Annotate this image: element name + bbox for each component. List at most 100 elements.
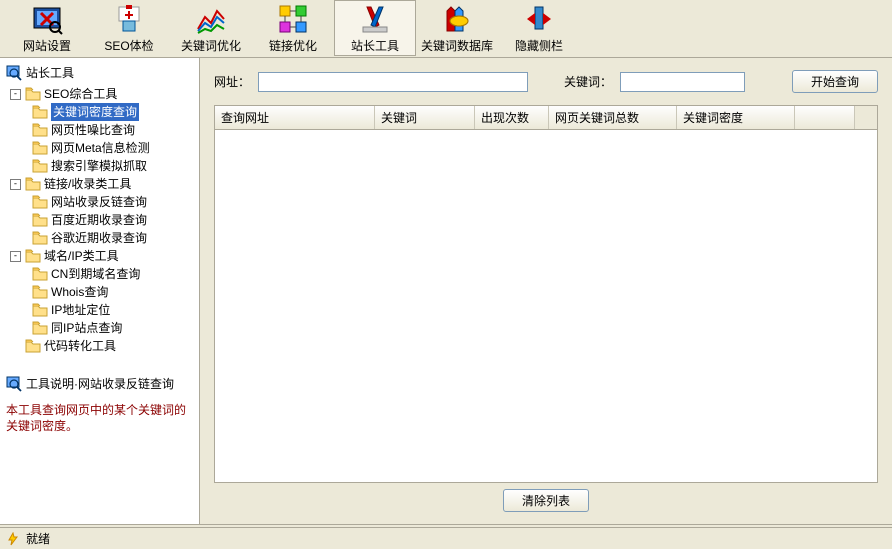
tree-item[interactable]: 网页性噪比查询 [2,121,197,139]
column-header[interactable]: 出现次数 [475,106,549,129]
folder-icon [32,123,48,137]
folder-icon [32,105,48,119]
toolbar-item-1[interactable]: SEO体检 [88,0,170,56]
tree-item[interactable]: 同IP站点查询 [2,319,197,337]
toolbar-label: 站长工具 [351,37,399,54]
toolbar-icon [441,3,473,35]
main-toolbar: 网站设置 SEO体检 关键词优化 链接优化 站长工具 关键词数据库隐藏侧栏 [0,0,892,58]
tree-expander[interactable]: - [10,89,21,100]
keyword-label: 关键词： [564,73,612,90]
help-title: 工具说明·网站收录反链查询 [6,375,193,392]
sidebar-title: 站长工具 [2,62,197,83]
column-header[interactable]: 网页关键词总数 [549,106,677,129]
folder-icon [25,249,41,263]
toolbar-label: 关键词数据库 [421,37,493,54]
folder-icon [32,159,48,173]
query-button[interactable]: 开始查询 [792,70,878,93]
folder-icon [32,141,48,155]
tree-label: 网页Meta信息检测 [51,139,150,157]
tree-folder[interactable]: - SEO综合工具 [2,85,197,103]
folder-icon [32,321,48,335]
tree-label: 网站收录反链查询 [51,193,147,211]
query-row: 网址： 关键词： 开始查询 [214,70,878,93]
table-header: 查询网址关键词出现次数网页关键词总数关键词密度 [215,106,877,130]
tree-label: Whois查询 [51,283,108,301]
folder-icon [32,195,48,209]
bottom-buttons: 清除列表 [214,483,878,512]
toolbar-icon [277,3,309,35]
help-block: 工具说明·网站收录反链查询 本工具查询网页中的某个关键词的关键词密度。 [2,371,197,438]
column-header[interactable] [795,106,855,129]
folder-icon [32,213,48,227]
tree-label: IP地址定位 [51,301,110,319]
toolbar-icon [31,3,63,35]
status-bar: 就绪 [0,527,892,549]
folder-icon [32,267,48,281]
toolbar-label: 链接优化 [269,37,317,54]
tree-label: 关键词密度查询 [51,103,139,121]
tree-item[interactable]: IP地址定位 [2,301,197,319]
tree-item[interactable]: 谷歌近期收录查询 [2,229,197,247]
keyword-input[interactable] [620,72,745,92]
toolbar-item-6[interactable]: 隐藏侧栏 [498,0,580,56]
folder-icon [32,303,48,317]
toolbar-label: 关键词优化 [181,37,241,54]
results-table: 查询网址关键词出现次数网页关键词总数关键词密度 [214,105,878,483]
toolbar-icon [523,3,555,35]
tree-label: 谷歌近期收录查询 [51,229,147,247]
toolbar-item-2[interactable]: 关键词优化 [170,0,252,56]
tree-label: SEO综合工具 [44,85,117,103]
lightning-icon [6,532,20,546]
help-description: 本工具查询网页中的某个关键词的关键词密度。 [6,402,193,434]
tree-item[interactable]: 搜索引擎模拟抓取 [2,157,197,175]
toolbar-item-5[interactable]: 关键词数据库 [416,0,498,56]
tree-label: 百度近期收录查询 [51,211,147,229]
column-header[interactable]: 查询网址 [215,106,375,129]
tree-item[interactable]: Whois查询 [2,283,197,301]
tree-label: 代码转化工具 [44,337,116,355]
sidebar-title-label: 站长工具 [26,64,74,81]
folder-icon [32,231,48,245]
help-title-label: 工具说明·网站收录反链查询 [26,375,174,392]
toolbar-item-4[interactable]: 站长工具 [334,0,416,56]
tree-label: 链接/收录类工具 [44,175,131,193]
tree-item[interactable]: 网页Meta信息检测 [2,139,197,157]
tree-item[interactable]: 关键词密度查询 [2,103,197,121]
clear-button[interactable]: 清除列表 [503,489,589,512]
folder-icon [25,87,41,101]
tree-expander[interactable]: - [10,251,21,262]
column-header[interactable]: 关键词 [375,106,475,129]
folder-icon [25,177,41,191]
tree-label: 域名/IP类工具 [44,247,119,265]
tree-item[interactable]: 百度近期收录查询 [2,211,197,229]
sidebar-panel: 站长工具 - SEO综合工具关键词密度查询网页性噪比查询网页Meta信息检测搜索引… [0,58,200,524]
status-text: 就绪 [26,530,50,547]
main-area: 站长工具 - SEO综合工具关键词密度查询网页性噪比查询网页Meta信息检测搜索引… [0,58,892,524]
tree-label: CN到期域名查询 [51,265,140,283]
magnifier-icon [6,376,22,392]
toolbar-icon [359,3,391,35]
tree-folder[interactable]: - 域名/IP类工具 [2,247,197,265]
tree-item[interactable]: 网站收录反链查询 [2,193,197,211]
toolbar-item-3[interactable]: 链接优化 [252,0,334,56]
table-body [215,130,877,482]
folder-icon [32,285,48,299]
tree-folder[interactable]: 代码转化工具 [2,337,197,355]
tree-expander[interactable]: - [10,179,21,190]
toolbar-item-0[interactable]: 网站设置 [6,0,88,56]
url-label: 网址： [214,73,250,90]
tree-item[interactable]: CN到期域名查询 [2,265,197,283]
tree-label: 搜索引擎模拟抓取 [51,157,147,175]
tree-label: 同IP站点查询 [51,319,122,337]
magnifier-icon [6,65,22,81]
toolbar-icon [113,3,145,35]
content-panel: 网址： 关键词： 开始查询 查询网址关键词出现次数网页关键词总数关键词密度 清除… [200,58,892,524]
tree-folder[interactable]: - 链接/收录类工具 [2,175,197,193]
url-input[interactable] [258,72,528,92]
toolbar-label: SEO体检 [104,37,153,54]
column-header[interactable]: 关键词密度 [677,106,795,129]
tool-tree: - SEO综合工具关键词密度查询网页性噪比查询网页Meta信息检测搜索引擎模拟抓取… [2,85,197,355]
folder-icon [25,339,41,353]
tree-label: 网页性噪比查询 [51,121,135,139]
toolbar-icon [195,3,227,35]
